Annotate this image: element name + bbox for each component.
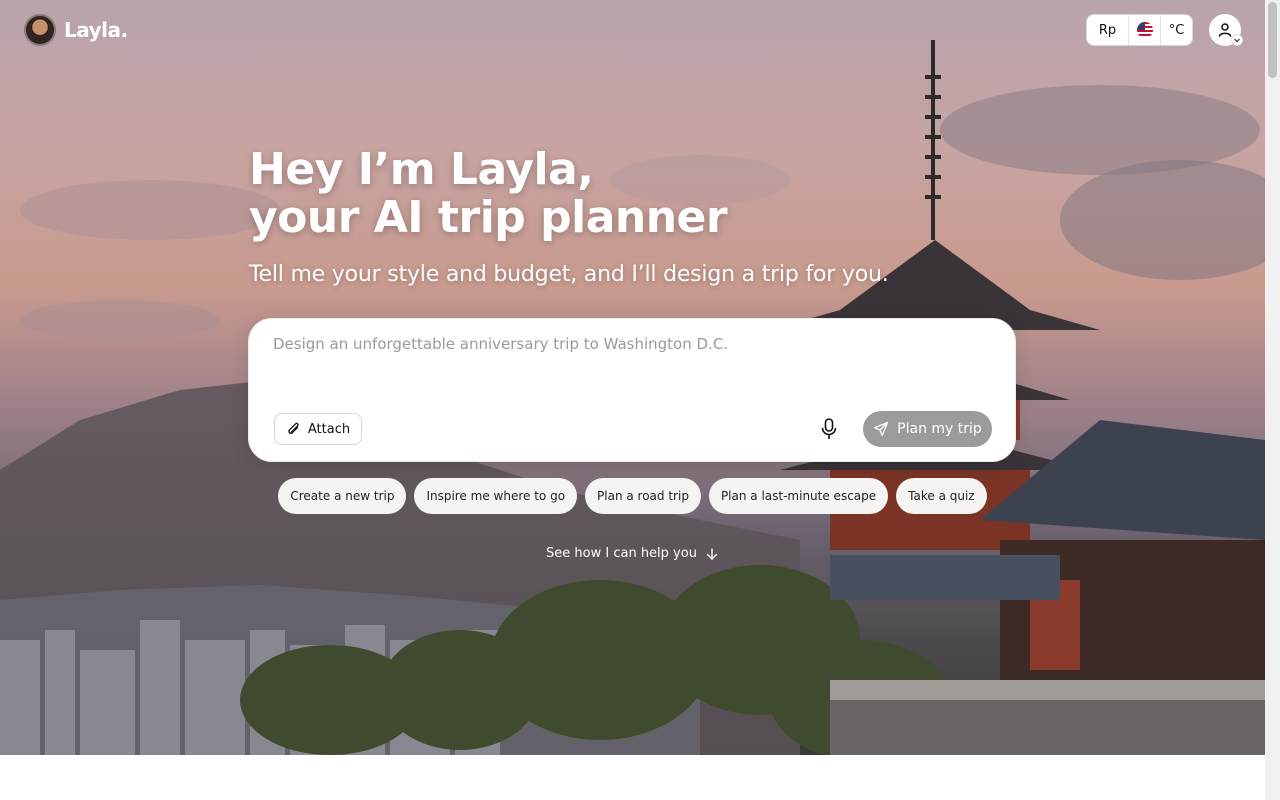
suggestion-chips: Create a new trip Inspire me where to go… bbox=[0, 478, 1265, 514]
scrollbar-thumb[interactable] bbox=[1268, 2, 1277, 78]
hero-headline: Hey I’m Layla, your AI trip planner bbox=[249, 144, 728, 243]
paperclip-icon bbox=[288, 422, 299, 434]
plan-my-trip-label: Plan my trip bbox=[897, 421, 982, 437]
brand-name: Layla. bbox=[64, 18, 128, 42]
chevron-down-icon bbox=[1231, 34, 1243, 46]
user-menu-button[interactable] bbox=[1209, 14, 1243, 46]
see-how-label: See how I can help you bbox=[546, 546, 697, 561]
attach-label: Attach bbox=[307, 421, 351, 437]
trip-prompt-box: Attach Plan my trip bbox=[248, 318, 1016, 462]
headline-line-2: your AI trip planner bbox=[249, 192, 728, 243]
temperature-unit-selector[interactable]: °C bbox=[1161, 15, 1192, 45]
currency-selector[interactable]: Rp bbox=[1087, 15, 1129, 45]
layla-avatar bbox=[24, 14, 56, 46]
user-icon bbox=[1218, 23, 1232, 37]
arrow-down-icon bbox=[706, 547, 718, 560]
suggestion-chip-road-trip[interactable]: Plan a road trip bbox=[585, 478, 701, 514]
microphone-icon bbox=[821, 418, 837, 439]
preferences-group: Rp °C bbox=[1086, 14, 1193, 46]
us-flag-icon bbox=[1136, 22, 1153, 38]
trip-prompt-input[interactable] bbox=[273, 335, 993, 395]
attach-button[interactable]: Attach bbox=[274, 413, 362, 445]
logo[interactable]: Layla. bbox=[24, 14, 128, 46]
suggestion-chip-create-new-trip[interactable]: Create a new trip bbox=[278, 478, 407, 514]
microphone-button[interactable] bbox=[815, 415, 843, 443]
see-how-link[interactable]: See how I can help you bbox=[0, 546, 1265, 561]
suggestion-chip-inspire-me[interactable]: Inspire me where to go bbox=[414, 478, 578, 514]
suggestion-chip-last-minute-escape[interactable]: Plan a last-minute escape bbox=[708, 478, 889, 514]
hero-subtitle: Tell me your style and budget, and I’ll … bbox=[249, 262, 889, 287]
headline-line-1: Hey I’m Layla, bbox=[249, 144, 594, 195]
suggestion-chip-take-quiz[interactable]: Take a quiz bbox=[896, 478, 987, 514]
plan-my-trip-button[interactable]: Plan my trip bbox=[863, 411, 992, 447]
page-scrollbar[interactable] bbox=[1265, 0, 1280, 800]
language-selector[interactable] bbox=[1129, 15, 1161, 45]
send-icon bbox=[874, 421, 889, 437]
